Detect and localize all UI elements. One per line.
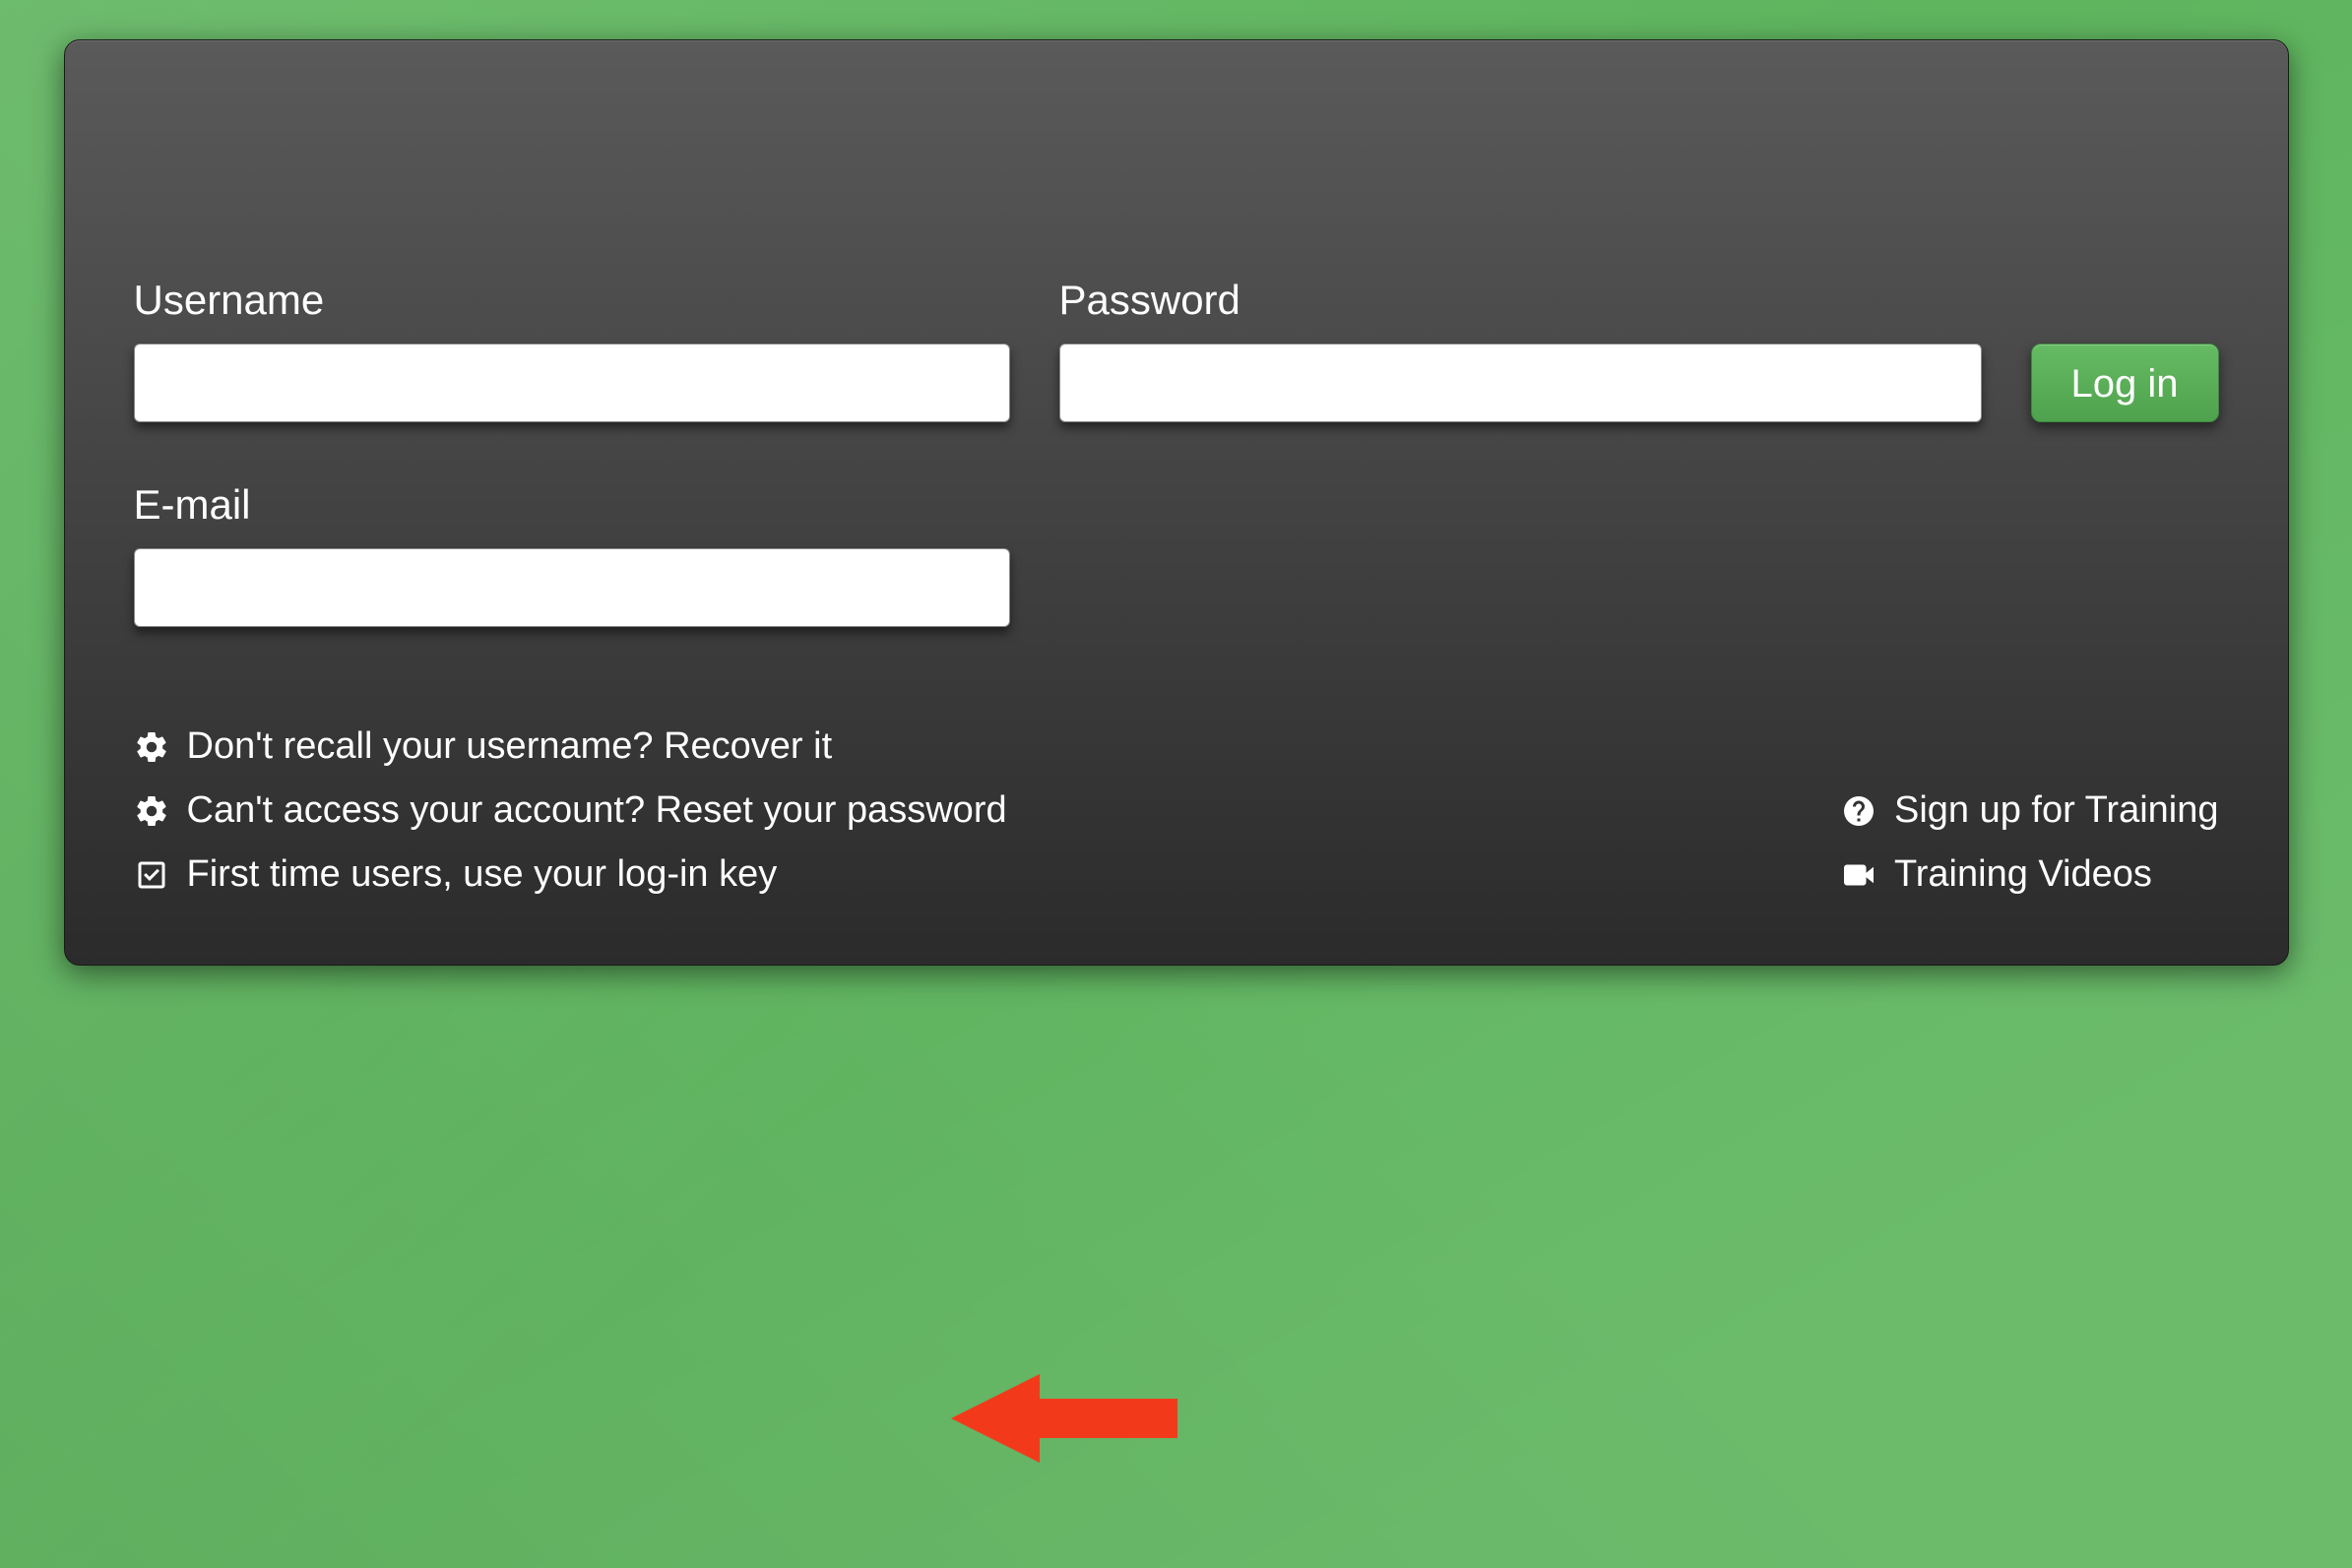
video-camera-icon <box>1841 857 1876 893</box>
right-links: Sign up for Training Training Videos <box>1841 789 2219 896</box>
recover-username-link[interactable]: Don't recall your username? Recover it <box>134 725 1007 768</box>
question-circle-icon <box>1841 793 1876 829</box>
gear-icon <box>134 793 169 829</box>
check-square-icon <box>134 857 169 893</box>
login-button[interactable]: Log in <box>2031 344 2219 422</box>
username-input[interactable] <box>134 344 1010 422</box>
link-text: Can't access your account? Reset your pa… <box>187 789 1007 832</box>
link-text: Don't recall your username? Recover it <box>187 725 833 768</box>
training-videos-link[interactable]: Training Videos <box>1841 853 2219 896</box>
email-group: E-mail <box>134 481 1010 627</box>
link-text: Sign up for Training <box>1894 789 2219 832</box>
left-links: Don't recall your username? Recover it C… <box>134 725 1007 896</box>
reset-password-link[interactable]: Can't access your account? Reset your pa… <box>134 789 1007 832</box>
username-label: Username <box>134 277 1010 324</box>
login-key-link[interactable]: First time users, use your log-in key <box>134 853 1007 896</box>
email-label: E-mail <box>134 481 1010 529</box>
gear-icon <box>134 729 169 765</box>
email-input[interactable] <box>134 548 1010 627</box>
password-input[interactable] <box>1059 344 1982 422</box>
password-label: Password <box>1059 277 1982 324</box>
credentials-row: Username Password Log in <box>134 277 2219 422</box>
links-row: Don't recall your username? Recover it C… <box>134 725 2219 896</box>
login-card: Username Password Log in E-mail Don't re… <box>64 39 2289 966</box>
link-text: Training Videos <box>1894 853 2152 896</box>
signup-training-link[interactable]: Sign up for Training <box>1841 789 2219 832</box>
username-group: Username <box>134 277 1010 422</box>
arrow-annotation <box>951 1364 1177 1507</box>
link-text: First time users, use your log-in key <box>187 853 778 896</box>
password-group: Password <box>1059 277 1982 422</box>
